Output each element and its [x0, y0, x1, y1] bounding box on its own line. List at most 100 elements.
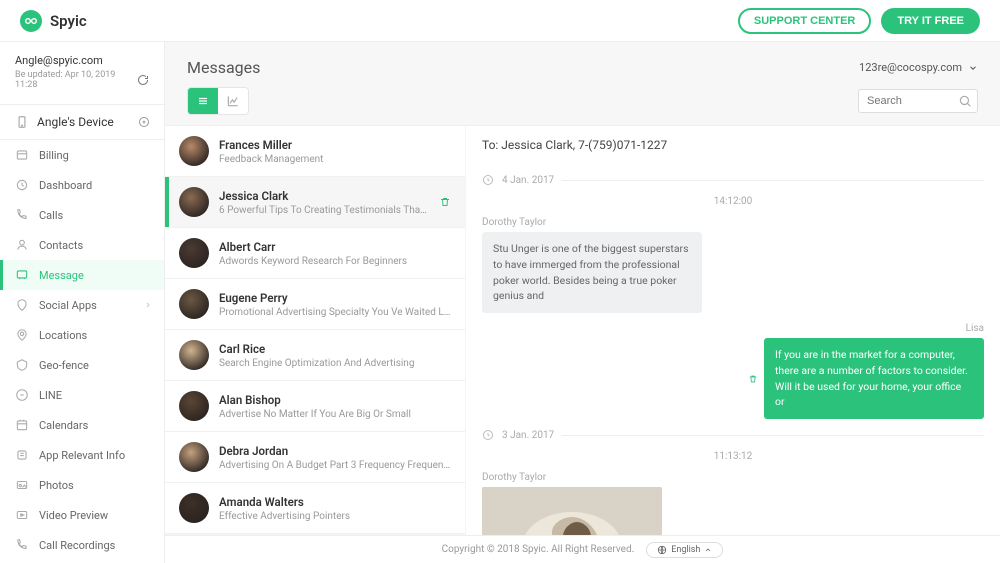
time-label: 14:12:00 [482, 196, 984, 207]
thread-preview: Adwords Keyword Research For Beginners [219, 256, 451, 267]
chevron-right-icon [144, 301, 152, 309]
list-view-button[interactable] [188, 88, 218, 114]
nav-item-geo-fence[interactable]: Geo-fence [0, 350, 164, 380]
thread-item[interactable]: Jessica Clark6 Powerful Tips To Creating… [165, 177, 465, 228]
nav-label: Dashboard [39, 179, 92, 192]
date-divider: 3 Jan. 2017 [482, 429, 984, 441]
chat-body: 4 Jan. 2017 14:12:00 Dorothy Taylor Stu Ung… [466, 164, 1000, 563]
nav-label: Calls [39, 209, 63, 222]
avatar [179, 340, 209, 370]
device-icon [15, 115, 29, 129]
clock-icon [482, 174, 494, 186]
nav-icon [15, 208, 29, 222]
page-title: Messages [187, 58, 260, 77]
nav-label: LINE [39, 389, 62, 402]
thread-item[interactable]: Alan Bishop Advertise No Matter If You Ar… [165, 381, 465, 432]
nav-label: Video Preview [39, 509, 108, 522]
trash-icon[interactable] [439, 195, 451, 209]
sender-name: Dorothy Taylor [482, 472, 984, 483]
thread-list: Frances Miller Feedback Management Jessica… [165, 126, 465, 563]
account-email: Angle@spyic.com [15, 54, 149, 67]
nav-item-photos[interactable]: Photos [0, 470, 164, 500]
nav-label: Message [39, 269, 84, 282]
nav-icon [15, 238, 29, 252]
nav-icon [15, 508, 29, 522]
nav-icon [15, 538, 29, 552]
thread-item[interactable]: Eugene Perry Promotional Advertising Spec… [165, 279, 465, 330]
sender-name: Lisa [482, 323, 984, 334]
thread-name: Alan Bishop [219, 393, 451, 407]
thread-preview: Promotional Advertising Specialty You Ve… [219, 307, 451, 318]
nav-label: App Relevant Info [39, 449, 125, 462]
thread-preview: 6 Powerful Tips To Creating Testimonials… [219, 205, 429, 216]
thread-name: Debra Jordan [219, 444, 451, 458]
nav-icon [15, 448, 29, 462]
footer: Copyright © 2018 Spyic. All Right Reserv… [165, 535, 1000, 563]
avatar [179, 136, 209, 166]
thread-item[interactable]: Debra Jordan Advertising On A Budget Part… [165, 432, 465, 483]
avatar [179, 493, 209, 523]
nav-item-line[interactable]: LINE [0, 380, 164, 410]
device-selector[interactable]: Angle's Device [0, 104, 164, 140]
nav-item-video-preview[interactable]: Video Preview [0, 500, 164, 530]
nav-icon [15, 148, 29, 162]
nav-item-social-apps[interactable]: Social Apps [0, 290, 164, 320]
chevron-up-icon [704, 546, 712, 554]
nav-label: Geo-fence [39, 359, 89, 372]
nav-item-dashboard[interactable]: Dashboard [0, 170, 164, 200]
thread-preview: Effective Advertising Pointers [219, 511, 451, 522]
nav-icon [15, 298, 29, 312]
search-box [858, 89, 978, 113]
try-free-button[interactable]: TRY IT FREE [881, 8, 980, 34]
message-bubble: Stu Unger is one of the biggest supersta… [482, 232, 702, 313]
nav-item-calendars[interactable]: Calendars [0, 410, 164, 440]
nav-item-call-recordings[interactable]: Call Recordings [0, 530, 164, 560]
chat-recipient: To: Jessica Clark, 7-(759)071-1227 [466, 126, 1000, 164]
nav-label: Locations [39, 329, 87, 342]
refresh-icon[interactable] [137, 74, 149, 86]
nav-label: Call Recordings [39, 539, 115, 552]
target-account-dropdown[interactable]: 123re@cocospy.com [859, 61, 978, 74]
thread-preview: Feedback Management [219, 154, 451, 165]
time-label: 11:13:12 [482, 451, 984, 462]
search-icon[interactable] [958, 94, 972, 108]
thread-item[interactable]: Albert CarrAdwords Keyword Research For … [165, 228, 465, 279]
language-selector[interactable]: English [646, 542, 723, 558]
thread-name: Frances Miller [219, 138, 451, 152]
logo-icon [20, 10, 42, 32]
expand-icon [138, 116, 150, 128]
thread-preview: Advertising On A Budget Part 3 Frequency… [219, 460, 451, 471]
nav-item-app-relevant-info[interactable]: App Relevant Info [0, 440, 164, 470]
main-content: Messages 123re@cocospy.com [165, 42, 1000, 563]
nav-item-message[interactable]: Message [0, 260, 164, 290]
account-block: Angle@spyic.com Be updated: Apr 10, 2019… [0, 42, 164, 98]
avatar [179, 391, 209, 421]
nav-icon [15, 478, 29, 492]
nav-icon [15, 328, 29, 342]
thread-item[interactable]: Frances Miller Feedback Management [165, 126, 465, 177]
clock-icon [482, 429, 494, 441]
nav-item-billing[interactable]: Billing [0, 140, 164, 170]
thread-name: Eugene Perry [219, 291, 451, 305]
nav-item-contacts[interactable]: Contacts [0, 230, 164, 260]
chart-view-button[interactable] [218, 88, 248, 114]
nav-icon [15, 178, 29, 192]
chevron-down-icon [968, 63, 978, 73]
view-toggle [187, 87, 249, 115]
thread-name: Carl Rice [219, 342, 451, 356]
globe-icon [657, 545, 667, 555]
thread-item[interactable]: Amanda WaltersEffective Advertising Poin… [165, 483, 465, 534]
nav-list: Billing Dashboard Calls Contacts Message Soci… [0, 140, 164, 563]
nav-item-locations[interactable]: Locations [0, 320, 164, 350]
date-divider: 4 Jan. 2017 [482, 174, 984, 186]
trash-icon[interactable] [748, 373, 758, 385]
nav-item-calls[interactable]: Calls [0, 200, 164, 230]
support-center-button[interactable]: SUPPORT CENTER [738, 8, 871, 34]
thread-item[interactable]: Carl RiceSearch Engine Optimization And … [165, 330, 465, 381]
nav-label: Photos [39, 479, 74, 492]
thread-preview: Advertise No Matter If You Are Big Or Sm… [219, 409, 451, 420]
nav-label: Contacts [39, 239, 83, 252]
nav-label: Billing [39, 149, 69, 162]
nav-icon [15, 358, 29, 372]
nav-label: Calendars [39, 419, 88, 432]
